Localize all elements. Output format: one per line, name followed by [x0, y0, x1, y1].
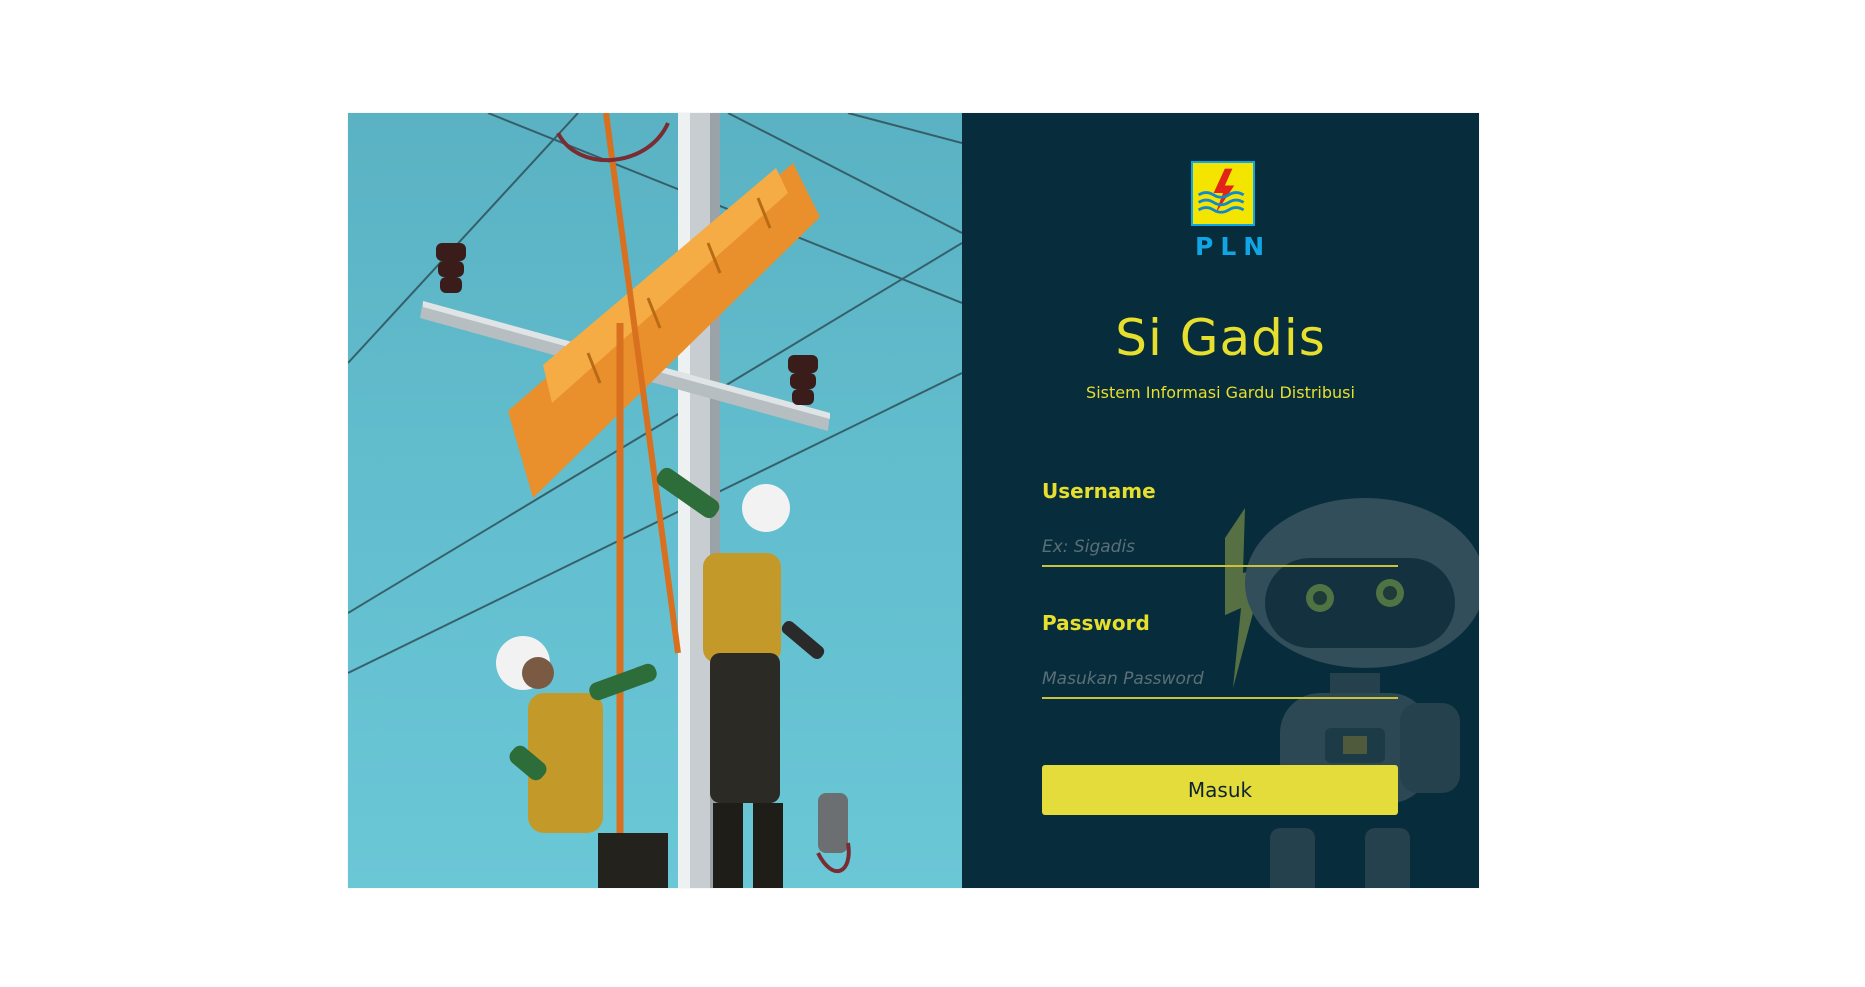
app-title: Si Gadis — [1115, 309, 1326, 367]
password-label: Password — [1042, 611, 1150, 635]
pln-logo-icon — [1191, 161, 1255, 226]
login-panel: PLN Si Gadis Sistem Informasi Gardu Dist… — [962, 113, 1479, 888]
pln-logo-text: PLN — [1195, 232, 1272, 261]
pln-logo: PLN — [1188, 161, 1272, 266]
username-label: Username — [1042, 479, 1156, 503]
login-card: PLN Si Gadis Sistem Informasi Gardu Dist… — [348, 113, 1479, 888]
login-button[interactable]: Masuk — [1042, 765, 1398, 815]
app-subtitle: Sistem Informasi Gardu Distribusi — [1086, 383, 1355, 402]
password-input[interactable] — [1042, 661, 1398, 699]
username-input[interactable] — [1042, 529, 1398, 567]
hero-image-line-workers — [348, 113, 962, 888]
